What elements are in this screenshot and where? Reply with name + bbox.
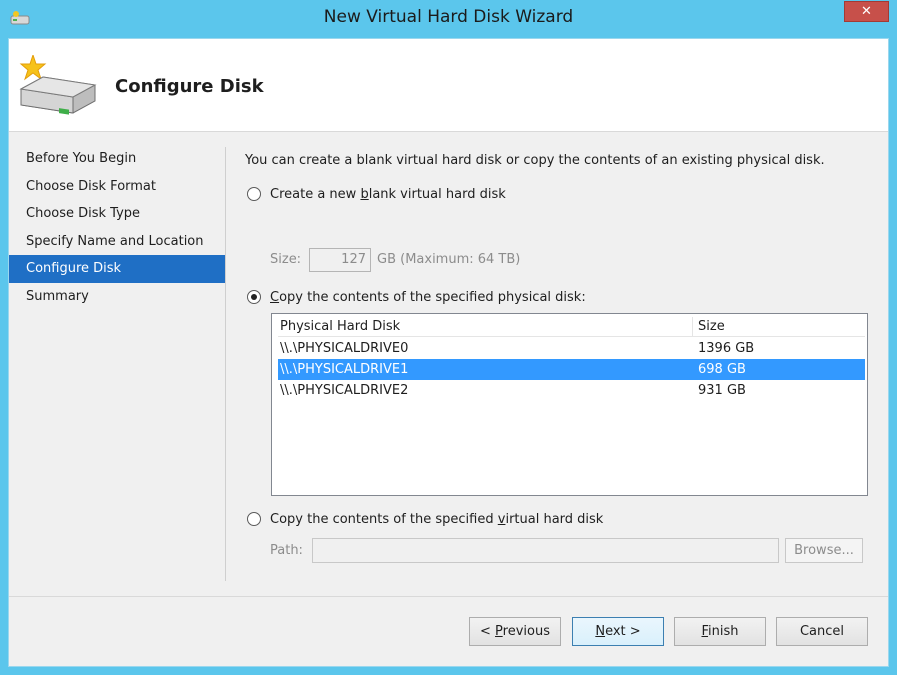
disk-size: 1396 GB (698, 341, 755, 356)
footer-divider (9, 596, 888, 597)
path-input[interactable] (312, 538, 779, 563)
disk-row[interactable]: \\.\PHYSICALDRIVE2 931 GB (278, 380, 865, 401)
previous-button[interactable]: < Previous (469, 617, 561, 646)
nav-item-specify-name-location[interactable]: Specify Name and Location (9, 228, 225, 256)
nav-item-choose-disk-type[interactable]: Choose Disk Type (9, 200, 225, 228)
physical-disk-option[interactable]: Copy the contents of the specified physi… (247, 288, 586, 306)
finish-button[interactable]: Finish (674, 617, 766, 646)
virtual-disk-radio[interactable] (247, 512, 261, 526)
nav-item-summary[interactable]: Summary (9, 283, 225, 311)
disk-size: 698 GB (698, 362, 746, 377)
column-header-disk[interactable]: Physical Hard Disk (278, 317, 400, 337)
blank-disk-radio[interactable] (247, 187, 261, 201)
nav-divider (225, 147, 226, 581)
intro-text: You can create a blank virtual hard disk… (245, 153, 825, 168)
physical-disk-label: Copy the contents of the specified physi… (270, 289, 586, 305)
browse-button[interactable]: Browse... (785, 538, 863, 563)
column-separator[interactable] (692, 317, 693, 337)
window-title: New Virtual Hard Disk Wizard (323, 7, 574, 27)
physical-disk-list[interactable]: Physical Hard Disk Size \\.\PHYSICALDRIV… (271, 313, 868, 496)
disk-name: \\.\PHYSICALDRIVE2 (280, 383, 409, 398)
wizard-window: New Virtual Hard Disk Wizard ✕ Configure… (0, 0, 897, 675)
list-header: Physical Hard Disk Size (278, 317, 865, 337)
blank-disk-label: Create a new blank virtual hard disk (270, 186, 506, 202)
virtual-disk-label: Copy the contents of the specified virtu… (270, 511, 604, 527)
wizard-header: Configure Disk (9, 39, 888, 132)
disk-name: \\.\PHYSICALDRIVE1 (280, 362, 409, 377)
page-title: Configure Disk (115, 76, 264, 97)
size-label: Size: (270, 252, 302, 267)
physical-disk-radio[interactable] (247, 290, 261, 304)
blank-disk-option[interactable]: Create a new blank virtual hard disk (247, 185, 506, 203)
next-button[interactable]: Next > (572, 617, 664, 646)
nav-item-choose-disk-format[interactable]: Choose Disk Format (9, 173, 225, 201)
disk-row[interactable]: \\.\PHYSICALDRIVE0 1396 GB (278, 338, 865, 359)
size-unit: GB (Maximum: 64 TB) (377, 252, 521, 267)
size-input[interactable]: 127 (309, 248, 371, 272)
column-header-size[interactable]: Size (696, 317, 725, 337)
disk-name: \\.\PHYSICALDRIVE0 (280, 341, 409, 356)
wizard-steps-nav: Before You Begin Choose Disk Format Choo… (9, 145, 225, 310)
path-label: Path: (270, 543, 303, 558)
wizard-body: Configure Disk Before You Begin Choose D… (8, 38, 889, 667)
nav-item-configure-disk[interactable]: Configure Disk (9, 255, 225, 283)
disk-size: 931 GB (698, 383, 746, 398)
virtual-disk-option[interactable]: Copy the contents of the specified virtu… (247, 510, 603, 528)
title-bar: New Virtual Hard Disk Wizard ✕ (0, 0, 897, 38)
close-button[interactable]: ✕ (844, 1, 889, 22)
cancel-button[interactable]: Cancel (776, 617, 868, 646)
nav-item-before-you-begin[interactable]: Before You Begin (9, 145, 225, 173)
new-hard-disk-icon (19, 55, 97, 115)
disk-row-selected[interactable]: \\.\PHYSICALDRIVE1 698 GB (278, 359, 865, 380)
